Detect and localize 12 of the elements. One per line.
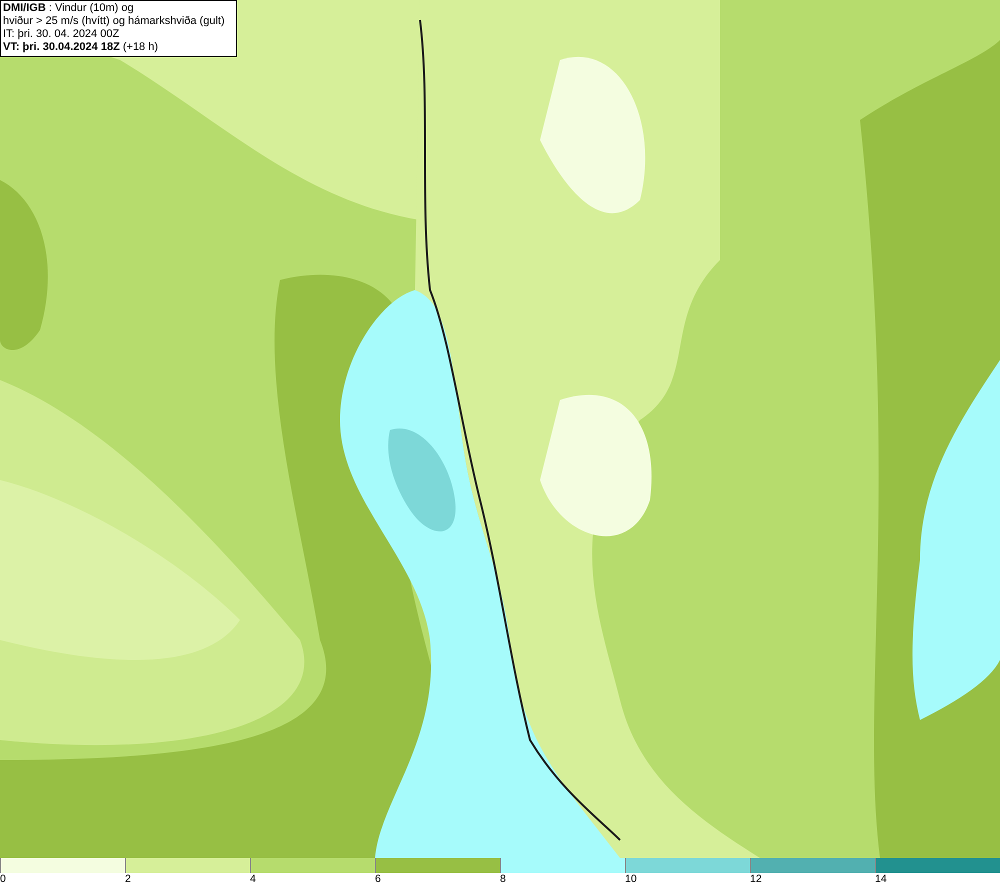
info-text: IT: þri. 30. 04. 2024 00Z — [3, 28, 120, 41]
tick-label: 6 — [375, 873, 381, 886]
tick-label: 14 — [875, 873, 887, 886]
tick-label: 0 — [0, 873, 6, 886]
tick-label: 12 — [750, 873, 762, 886]
tick-label: 2 — [125, 873, 131, 886]
info-text: DMI/IGB : Vindur (10m) og — [3, 2, 134, 15]
tick-label: 4 — [250, 873, 256, 886]
tick-label: 8 — [500, 873, 506, 886]
info-text: VT: þri. 30.04.2024 18Z (+18 h) — [3, 41, 158, 54]
info-text: hviður > 25 m/s (hvítt) og hámarkshviða (gult) — [3, 15, 225, 28]
tick-label: 10 — [625, 873, 637, 886]
